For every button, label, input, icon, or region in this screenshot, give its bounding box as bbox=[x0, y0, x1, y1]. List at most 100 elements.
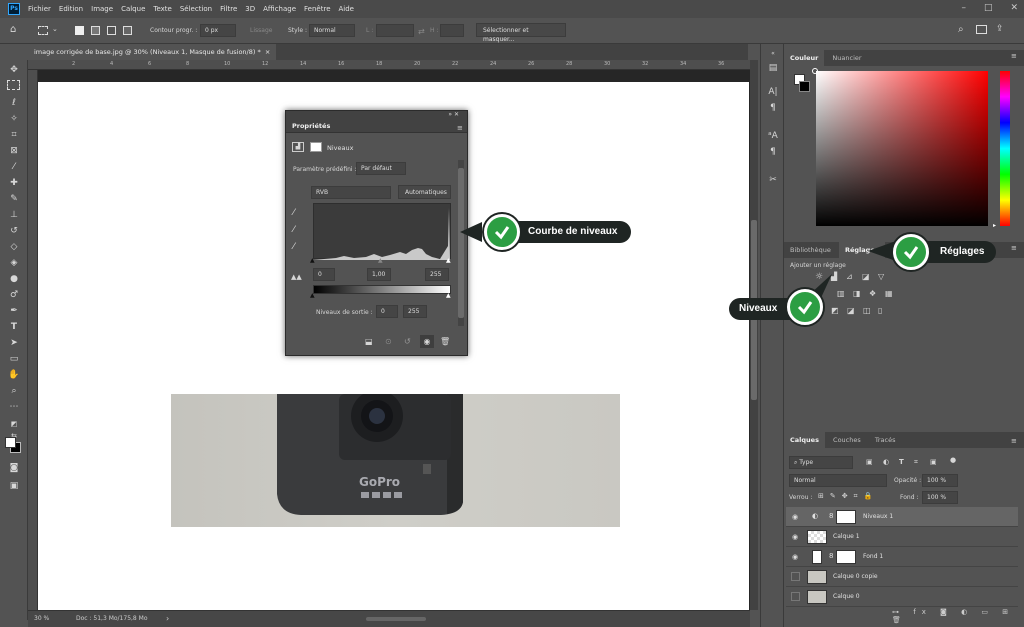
invert-icon[interactable]: ◩ bbox=[831, 306, 839, 315]
blend-mode-select[interactable]: Normal bbox=[789, 474, 887, 487]
link-icon[interactable]: 8 bbox=[829, 552, 833, 560]
input-black-field[interactable]: 0 bbox=[313, 268, 335, 281]
eye-icon[interactable]: ◉ bbox=[792, 533, 798, 541]
default-colors-icon[interactable]: ◩ ⇆ bbox=[7, 418, 21, 440]
layers-footer-icons[interactable]: ⊶ fx ◙ ◐ ▭ ⊞ 🗑 bbox=[892, 608, 1018, 624]
channel-select[interactable]: RVB bbox=[311, 186, 391, 199]
hand-tool-icon[interactable]: ✋ bbox=[7, 369, 21, 381]
lissage-checkbox[interactable]: Lissage bbox=[250, 27, 272, 34]
menu-filtre[interactable]: Filtre bbox=[220, 5, 237, 13]
layer-row[interactable]: Calque 0 copie bbox=[786, 567, 1018, 587]
output-white-field[interactable]: 255 bbox=[403, 305, 427, 318]
adjustments-panel-menu-icon[interactable]: ≡ bbox=[1011, 244, 1017, 252]
layers-panel-menu-icon[interactable]: ≡ bbox=[1011, 437, 1017, 445]
document-tab[interactable]: image corrigée de base.jpg @ 30% (Niveau… bbox=[28, 44, 277, 60]
type-tool-icon[interactable]: T bbox=[7, 321, 21, 333]
hue-saturation-icon[interactable]: ▥ bbox=[837, 289, 845, 298]
new-selection-icon[interactable] bbox=[75, 26, 84, 35]
filter-smart-icon[interactable]: ▣ bbox=[930, 458, 937, 466]
history-brush-icon[interactable]: ↺ bbox=[7, 225, 21, 237]
fill-thumbnail[interactable] bbox=[812, 550, 822, 564]
rectangle-tool-icon[interactable]: ▭ bbox=[7, 353, 21, 365]
blur-tool-icon[interactable]: ● bbox=[7, 273, 21, 285]
layer-row[interactable]: Calque 0 bbox=[786, 587, 1018, 607]
contour-field[interactable]: 0 px bbox=[200, 24, 236, 37]
view-previous-icon[interactable]: ⊙ bbox=[385, 337, 392, 346]
layer-row[interactable]: ◉ ◐ 8 Niveaux 1 bbox=[786, 507, 1018, 527]
background-swatch[interactable] bbox=[799, 81, 810, 92]
properties-title[interactable]: Propriétés bbox=[286, 119, 467, 133]
swap-icon[interactable]: ⇄ bbox=[418, 27, 425, 36]
dodge-tool-icon[interactable]: ♂ bbox=[7, 289, 21, 301]
crop-tool-icon[interactable]: ⌗ bbox=[7, 129, 21, 141]
eye-icon[interactable]: ◉ bbox=[792, 513, 798, 521]
auto-clip-icon[interactable]: ▲▲ bbox=[291, 273, 302, 281]
h-scroll-thumb[interactable] bbox=[366, 617, 426, 621]
filter-toggle-icon[interactable]: ● bbox=[950, 456, 956, 464]
close-window-icon[interactable]: ✕ bbox=[1010, 3, 1018, 13]
gamma-input-slider[interactable]: ▲ bbox=[378, 257, 383, 264]
minimize-icon[interactable]: – bbox=[961, 3, 966, 13]
black-input-slider[interactable]: ▲ bbox=[310, 257, 315, 264]
color-picker-cursor[interactable] bbox=[812, 68, 818, 74]
foreground-color-swatch[interactable] bbox=[5, 437, 16, 448]
hue-slider[interactable] bbox=[1000, 71, 1010, 226]
menu-fichier[interactable]: Fichier bbox=[28, 5, 51, 13]
tools-settings-icon[interactable]: ✂ bbox=[767, 174, 779, 186]
screen-mode-icon[interactable]: ▣ bbox=[7, 480, 21, 492]
chevron-down-icon[interactable]: ⌄ bbox=[52, 25, 58, 33]
tab-libraries[interactable]: Bibliothèque bbox=[784, 242, 837, 258]
clip-to-layer-icon[interactable]: ⬓ bbox=[365, 337, 373, 346]
filter-shape-icon[interactable]: ⌗ bbox=[914, 458, 918, 467]
paragraph-styles-icon[interactable]: ¶ bbox=[767, 146, 779, 158]
channel-mixer-icon[interactable]: ▦ bbox=[885, 289, 893, 298]
menu-selection[interactable]: Sélection bbox=[180, 5, 212, 13]
healing-brush-icon[interactable]: ✚ bbox=[7, 177, 21, 189]
visibility-eye-icon[interactable]: ◉ bbox=[420, 335, 434, 348]
path-selection-icon[interactable]: ➤ bbox=[7, 337, 21, 349]
chevron-right-icon[interactable]: › bbox=[166, 614, 169, 623]
tab-swatches[interactable]: Nuancier bbox=[826, 50, 867, 66]
link-icon[interactable]: 8 bbox=[829, 512, 833, 520]
menu-affichage[interactable]: Affichage bbox=[263, 5, 296, 13]
filter-type-icon[interactable]: T bbox=[899, 458, 904, 466]
add-selection-icon[interactable] bbox=[91, 26, 100, 35]
threshold-icon[interactable]: ◫ bbox=[863, 306, 871, 315]
props-scrollbar[interactable] bbox=[458, 160, 464, 326]
hidden-visibility-box[interactable] bbox=[791, 592, 800, 601]
menu-image[interactable]: Image bbox=[91, 5, 113, 13]
hidden-visibility-box[interactable] bbox=[791, 572, 800, 581]
share-icon[interactable]: ⇪ bbox=[996, 24, 1004, 34]
layer-name[interactable]: Calque 0 copie bbox=[833, 573, 878, 580]
gray-eyedropper-icon[interactable]: ⁄ bbox=[293, 225, 295, 235]
filter-adjustment-icon[interactable]: ◐ bbox=[883, 458, 889, 466]
paint-bucket-icon[interactable]: ◈ bbox=[7, 257, 21, 269]
filter-pixel-icon[interactable]: ▣ bbox=[866, 458, 873, 466]
vibrance-icon[interactable]: ▽ bbox=[878, 272, 884, 281]
more-tools-icon[interactable]: ⋯ bbox=[7, 401, 21, 413]
menu-aide[interactable]: Aide bbox=[339, 5, 354, 13]
quick-mask-icon[interactable]: ◙ bbox=[7, 462, 21, 474]
lock-icons[interactable]: ⊞✎✥⌗🔒 bbox=[818, 492, 878, 501]
eraser-tool-icon[interactable]: ◇ bbox=[7, 241, 21, 253]
color-balance-icon[interactable]: ◨ bbox=[853, 289, 861, 298]
style-select[interactable]: Normal bbox=[309, 24, 355, 37]
width-field[interactable] bbox=[376, 24, 414, 37]
tab-color[interactable]: Couleur bbox=[784, 50, 825, 66]
auto-button[interactable]: Automatiques bbox=[398, 185, 451, 199]
layer-thumbnail[interactable] bbox=[807, 530, 827, 544]
layer-name[interactable]: Calque 0 bbox=[833, 593, 860, 600]
layer-name[interactable]: Niveaux 1 bbox=[863, 513, 893, 520]
lasso-tool-icon[interactable]: ℓ bbox=[7, 97, 21, 109]
layer-mask-icon[interactable] bbox=[310, 142, 322, 152]
layer-mask-thumbnail[interactable] bbox=[836, 510, 856, 524]
panel-drag-bar[interactable]: » ✕ bbox=[286, 111, 467, 119]
tab-channels[interactable]: Couches bbox=[827, 432, 867, 448]
marquee-tool-icon[interactable] bbox=[7, 80, 20, 90]
opacity-field[interactable]: 100 % bbox=[922, 474, 958, 487]
layer-row[interactable]: ◉ 8 Fond 1 bbox=[786, 547, 1018, 567]
close-tab-icon[interactable]: × bbox=[265, 48, 270, 56]
tab-layers[interactable]: Calques bbox=[784, 432, 825, 448]
layer-row[interactable]: ◉ Calque 1 bbox=[786, 527, 1018, 547]
doc-info[interactable]: Doc : 51,3 Mo/175,8 Mo bbox=[76, 615, 148, 622]
